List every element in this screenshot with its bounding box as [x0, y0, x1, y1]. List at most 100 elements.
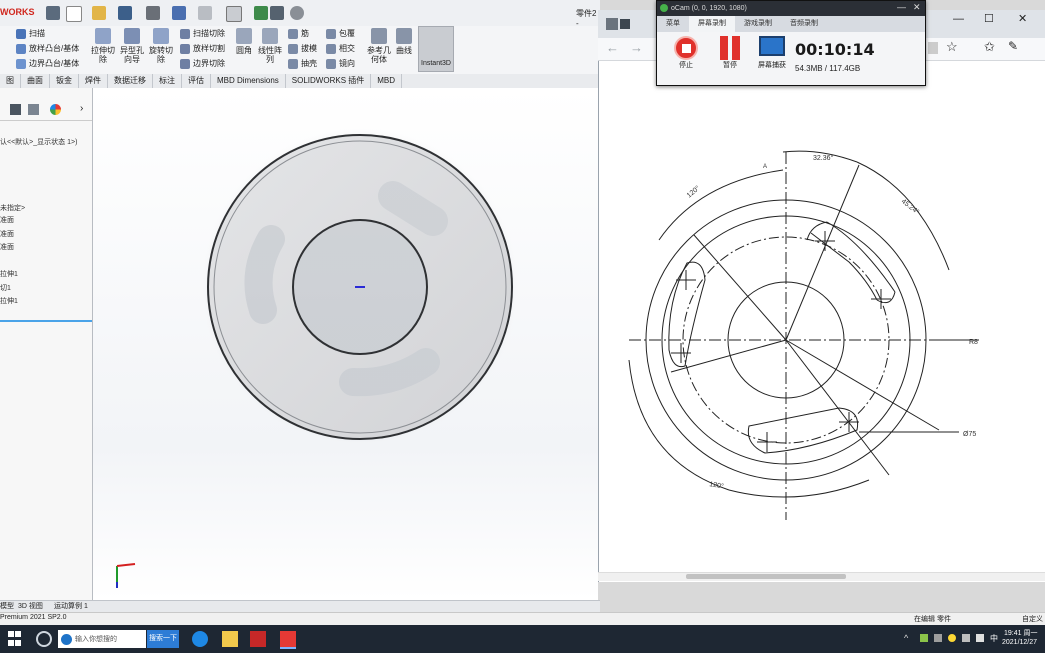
task-view-icon[interactable] [36, 631, 52, 647]
curves-button[interactable]: 曲线 [394, 28, 414, 55]
rib-button[interactable]: 筋 [288, 28, 309, 39]
options-gear-icon[interactable] [290, 6, 304, 20]
ocam-minimize-icon[interactable]: — [897, 2, 906, 12]
reference-geometry-button[interactable]: 参考几何体 [366, 28, 392, 64]
heads-up-view-toolbar[interactable] [489, 78, 569, 88]
extruded-cut-button[interactable]: 拉伸切除 [90, 28, 116, 64]
minimize-icon[interactable]: — [953, 13, 964, 25]
loft-boss-button[interactable]: 放样凸台/基体 [16, 43, 79, 54]
lofted-cut-button[interactable]: 放样切割 [180, 43, 225, 54]
feature-tree-splitter[interactable] [0, 320, 92, 322]
tray-app-icon[interactable] [962, 634, 970, 642]
tab-3d-views[interactable]: 3D 视图 [18, 601, 43, 611]
network-icon[interactable] [920, 634, 928, 642]
new-file-icon[interactable] [66, 6, 82, 22]
boundary-cut-button[interactable]: 边界切除 [180, 58, 225, 69]
ocam-close-icon[interactable]: ✕ [913, 2, 921, 13]
ime-indicator[interactable]: 中 [990, 633, 998, 644]
pdf-viewer-icon[interactable] [280, 631, 296, 649]
tray-app-icon[interactable] [934, 634, 942, 642]
open-folder-icon[interactable] [92, 6, 106, 20]
tab-surfaces[interactable]: 曲面 [21, 74, 50, 88]
pen-icon[interactable]: ✎ [1008, 39, 1018, 53]
feature-tree-material[interactable]: 未指定> [0, 203, 25, 213]
config-manager-icon[interactable] [28, 104, 39, 115]
home-icon[interactable] [46, 6, 60, 20]
volume-icon[interactable] [976, 634, 984, 642]
browser-menu-icon[interactable] [606, 18, 618, 30]
units-custom[interactable]: 自定义 [1022, 614, 1043, 624]
tab-solidworks-addins[interactable]: SOLIDWORKS 插件 [286, 74, 372, 88]
feature-tree-config[interactable]: 认<<默认>_显示状态 1>) [0, 137, 77, 147]
sweep-button[interactable]: 扫描 [16, 28, 45, 39]
draft-button[interactable]: 拔模 [288, 43, 317, 54]
redo-icon[interactable] [198, 6, 212, 20]
favorite-star-icon[interactable]: ☆ [946, 39, 958, 55]
instant3d-button[interactable]: Instant3D [418, 26, 454, 72]
reader-view-icon[interactable] [928, 42, 938, 54]
close-icon[interactable]: ✕ [1018, 12, 1027, 25]
graphics-viewport[interactable] [93, 88, 598, 600]
ocam-tab-game-record[interactable]: 游戏录制 [735, 16, 781, 32]
browser-tab-icon[interactable] [620, 19, 630, 29]
ocam-pause-button[interactable]: 暂停 [713, 36, 747, 70]
search-go-button[interactable]: 搜索一下 [147, 630, 179, 648]
file-properties-icon[interactable] [270, 6, 284, 20]
favorites-list-icon[interactable]: ✩ [984, 39, 995, 55]
edge-icon[interactable] [192, 631, 208, 647]
select-arrow-icon[interactable] [226, 6, 242, 22]
windows-start-icon[interactable] [8, 631, 24, 647]
wrap-button[interactable]: 包覆 [326, 28, 355, 39]
taskbar-search-box[interactable]: 输入你想搜的 [58, 630, 146, 648]
swept-cut-button[interactable]: 扫描切除 [180, 28, 225, 39]
property-manager-icon[interactable] [10, 104, 21, 115]
fillet-button[interactable]: 圆角 [232, 28, 256, 55]
tray-chevron-icon[interactable]: ^ [904, 633, 908, 643]
hole-wizard-button[interactable]: 异型孔向导 [119, 28, 145, 64]
save-icon[interactable] [118, 6, 132, 20]
feature-tree-item[interactable]: 拉伸1 [0, 296, 18, 306]
rebuild-icon[interactable] [254, 6, 268, 20]
tab-motion-study[interactable]: 运动算例 1 [54, 601, 88, 611]
maximize-icon[interactable]: ☐ [984, 12, 994, 25]
tab-mbd[interactable]: MBD [371, 74, 403, 88]
shell-button[interactable]: 抽壳 [288, 58, 317, 69]
back-arrow-icon[interactable]: ← [606, 40, 619, 55]
tab-weldments[interactable]: 焊件 [79, 74, 108, 88]
tab-evaluate[interactable]: 评估 [182, 74, 211, 88]
appearance-icon[interactable] [50, 104, 61, 115]
tab-sketch[interactable]: 图 [0, 74, 21, 88]
tab-mbd-dimensions[interactable]: MBD Dimensions [211, 74, 286, 88]
mirror-button[interactable]: 镜向 [326, 58, 355, 69]
forward-arrow-icon[interactable]: → [630, 40, 643, 55]
clock-date[interactable]: 2021/12/27 [1002, 639, 1037, 646]
ocam-tab-menu[interactable]: 菜单 [657, 16, 689, 32]
solidworks-taskbar-icon[interactable] [250, 631, 266, 647]
tab-sheet-metal[interactable]: 钣金 [50, 74, 79, 88]
ocam-screen-capture-button[interactable]: 屏幕捕获 [755, 36, 789, 70]
tab-model[interactable]: 模型 [0, 601, 14, 611]
print-icon[interactable] [146, 6, 160, 20]
intersect-button[interactable]: 相交 [326, 43, 355, 54]
feature-tree-item[interactable]: 拉伸1 [0, 269, 18, 279]
ocam-app-icon [660, 4, 668, 12]
revolved-cut-button[interactable]: 旋转切除 [148, 28, 174, 64]
tab-annotation[interactable]: 标注 [153, 74, 182, 88]
clock-time[interactable]: 19:41 周一 [1004, 628, 1037, 638]
tab-data-migration[interactable]: 数据迁移 [108, 74, 153, 88]
horizontal-scrollbar[interactable] [598, 572, 1045, 581]
boundary-boss-button[interactable]: 边界凸台/基体 [16, 58, 79, 69]
linear-pattern-button[interactable]: 线性阵列 [258, 28, 282, 64]
ocam-tab-audio-record[interactable]: 音频录制 [781, 16, 827, 32]
ocam-stop-button[interactable]: 停止 [669, 36, 703, 70]
scrollbar-thumb[interactable] [686, 574, 846, 579]
chevron-right-icon[interactable]: › [80, 103, 83, 114]
ocam-tab-screen-record[interactable]: 屏幕录制 [689, 16, 735, 32]
undo-icon[interactable] [172, 6, 186, 20]
tray-app-icon[interactable] [948, 634, 956, 642]
file-explorer-icon[interactable] [222, 631, 238, 647]
feature-tree-plane[interactable]: 准面 [0, 215, 14, 225]
feature-tree-item[interactable]: 切1 [0, 283, 11, 293]
feature-tree-plane[interactable]: 准面 [0, 229, 14, 239]
feature-tree-plane[interactable]: 准面 [0, 242, 14, 252]
